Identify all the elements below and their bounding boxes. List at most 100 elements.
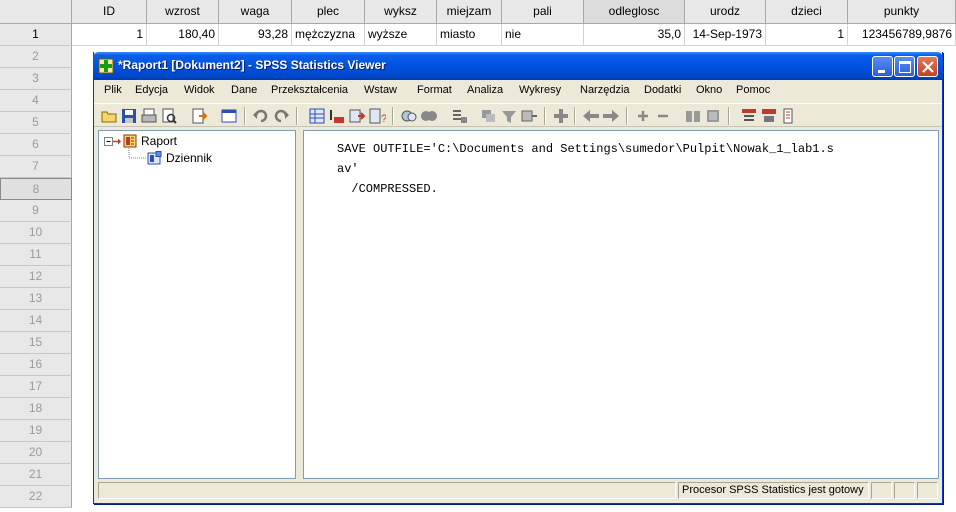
menu-narzedzia[interactable]: Narzędzia xyxy=(580,84,630,96)
column-header-urodz[interactable]: urodz xyxy=(685,0,766,24)
book-icon[interactable] xyxy=(123,134,137,148)
syntax-line: /COMPRESSED. xyxy=(337,182,438,196)
resize-grip[interactable] xyxy=(917,482,938,499)
column-header-wzrost[interactable]: wzrost xyxy=(147,0,219,24)
row-header[interactable]: 22 xyxy=(0,486,72,508)
column-header-odleglosc[interactable]: odleglosc xyxy=(584,0,685,24)
hide-icon[interactable] xyxy=(704,107,722,125)
go-to-case-icon[interactable] xyxy=(328,107,346,125)
table-cell[interactable]: 93,28 xyxy=(219,24,292,46)
menu-analiza[interactable]: Analiza xyxy=(467,84,503,96)
maximize-button[interactable] xyxy=(894,56,915,77)
column-header-id[interactable]: ID xyxy=(72,0,147,24)
print-preview-icon[interactable] xyxy=(160,107,178,125)
table-cell[interactable]: nie xyxy=(502,24,584,46)
info-icon[interactable]: ? xyxy=(368,107,386,125)
outline-pane[interactable]: Raport Dziennik xyxy=(98,130,296,479)
menu-dodatki[interactable]: Dodatki xyxy=(644,84,681,96)
menu-przeksztalcenia[interactable]: Przekształcenia xyxy=(271,84,348,96)
menu-wstaw[interactable]: Wstaw xyxy=(364,84,397,96)
title-bar[interactable]: *Raport1 [Dokument2] - SPSS Statistics V… xyxy=(93,52,943,80)
show-hide-icon[interactable] xyxy=(500,107,518,125)
menu-okno[interactable]: Okno xyxy=(696,84,722,96)
insert-output-icon[interactable] xyxy=(348,107,366,125)
row-header[interactable]: 6 xyxy=(0,134,72,156)
insert-title-icon[interactable] xyxy=(552,107,570,125)
row-header[interactable]: 16 xyxy=(0,354,72,376)
syntax-line: SAVE OUTFILE='C:\Documents and Settings\… xyxy=(337,142,834,156)
row-header[interactable]: 19 xyxy=(0,420,72,442)
row-header[interactable]: 15 xyxy=(0,332,72,354)
column-header-punkty[interactable]: punkty xyxy=(848,0,956,24)
goto-data-icon[interactable] xyxy=(220,107,238,125)
row-header-current[interactable]: 8 xyxy=(0,178,72,200)
menu-format[interactable]: Format xyxy=(417,84,452,96)
designate-window-icon[interactable] xyxy=(450,107,468,125)
row-header[interactable]: 13 xyxy=(0,288,72,310)
menu-edycja[interactable]: Edycja xyxy=(135,84,168,96)
column-header-pali[interactable]: pali xyxy=(502,0,584,24)
menu-wykresy[interactable]: Wykresy xyxy=(519,84,561,96)
table-cell[interactable]: 180,40 xyxy=(147,24,219,46)
table-cell[interactable]: 1 xyxy=(72,24,147,46)
row-header[interactable]: 3 xyxy=(0,68,72,90)
row-header[interactable]: 4 xyxy=(0,90,72,112)
value-labels-icon[interactable] xyxy=(420,107,438,125)
column-header-miejzam[interactable]: miejzam xyxy=(437,0,502,24)
insert-heading-icon[interactable] xyxy=(520,107,538,125)
table-cell[interactable]: 14-Sep-1973 xyxy=(685,24,766,46)
insert-new-title-icon[interactable] xyxy=(760,107,778,125)
row-header[interactable]: 10 xyxy=(0,222,72,244)
variables-icon[interactable] xyxy=(308,107,326,125)
redo-icon[interactable] xyxy=(272,107,290,125)
minimize-button[interactable] xyxy=(872,56,893,77)
insert-new-text-icon[interactable] xyxy=(780,107,798,125)
row-header[interactable]: 17 xyxy=(0,376,72,398)
menu-dane[interactable]: Dane xyxy=(231,84,257,96)
close-button[interactable] xyxy=(917,56,938,77)
column-header-waga[interactable]: waga xyxy=(219,0,292,24)
insert-new-heading-icon[interactable] xyxy=(740,107,758,125)
select-cases-icon[interactable] xyxy=(400,107,418,125)
export-icon[interactable] xyxy=(190,107,208,125)
row-header[interactable]: 2 xyxy=(0,46,72,68)
undo-icon[interactable] xyxy=(252,107,270,125)
row-header[interactable]: 14 xyxy=(0,310,72,332)
table-cell[interactable]: miasto xyxy=(437,24,502,46)
row-header[interactable]: 1 xyxy=(0,24,72,46)
corner-header[interactable] xyxy=(0,0,72,24)
open-icon[interactable] xyxy=(100,107,118,125)
row-header[interactable]: 21 xyxy=(0,464,72,486)
column-header-wyksz[interactable]: wyksz xyxy=(365,0,437,24)
menu-pomoc[interactable]: Pomoc xyxy=(736,84,770,96)
outline-node-raport[interactable]: Raport xyxy=(141,134,177,148)
forward-icon[interactable] xyxy=(602,107,620,125)
table-cell[interactable]: wyższe xyxy=(365,24,437,46)
menu-widok[interactable]: Widok xyxy=(184,84,215,96)
row-header[interactable]: 20 xyxy=(0,442,72,464)
table-cell[interactable]: 35,0 xyxy=(584,24,685,46)
outline-node-dziennik[interactable]: Dziennik xyxy=(166,151,212,165)
save-icon[interactable] xyxy=(120,107,138,125)
output-content-pane[interactable]: SAVE OUTFILE='C:\Documents and Settings\… xyxy=(303,130,939,479)
print-icon[interactable] xyxy=(140,107,158,125)
menu-plik[interactable]: Plik xyxy=(104,84,122,96)
row-header[interactable]: 11 xyxy=(0,244,72,266)
outline-promote-icon[interactable] xyxy=(480,107,498,125)
toolbar-separator xyxy=(728,107,730,125)
table-cell[interactable]: mężczyzna xyxy=(292,24,365,46)
back-icon[interactable] xyxy=(582,107,600,125)
show-icon[interactable] xyxy=(684,107,702,125)
table-cell[interactable]: 1 xyxy=(766,24,848,46)
log-icon[interactable] xyxy=(147,151,163,165)
row-header[interactable]: 18 xyxy=(0,398,72,420)
column-header-dzieci[interactable]: dzieci xyxy=(766,0,848,24)
column-header-plec[interactable]: plec xyxy=(292,0,365,24)
table-cell[interactable]: 123456789,9876 xyxy=(848,24,956,46)
row-header[interactable]: 5 xyxy=(0,112,72,134)
row-header[interactable]: 12 xyxy=(0,266,72,288)
collapse-icon[interactable] xyxy=(654,107,672,125)
expand-icon[interactable] xyxy=(634,107,652,125)
row-header[interactable]: 7 xyxy=(0,156,72,178)
row-header[interactable]: 9 xyxy=(0,200,72,222)
